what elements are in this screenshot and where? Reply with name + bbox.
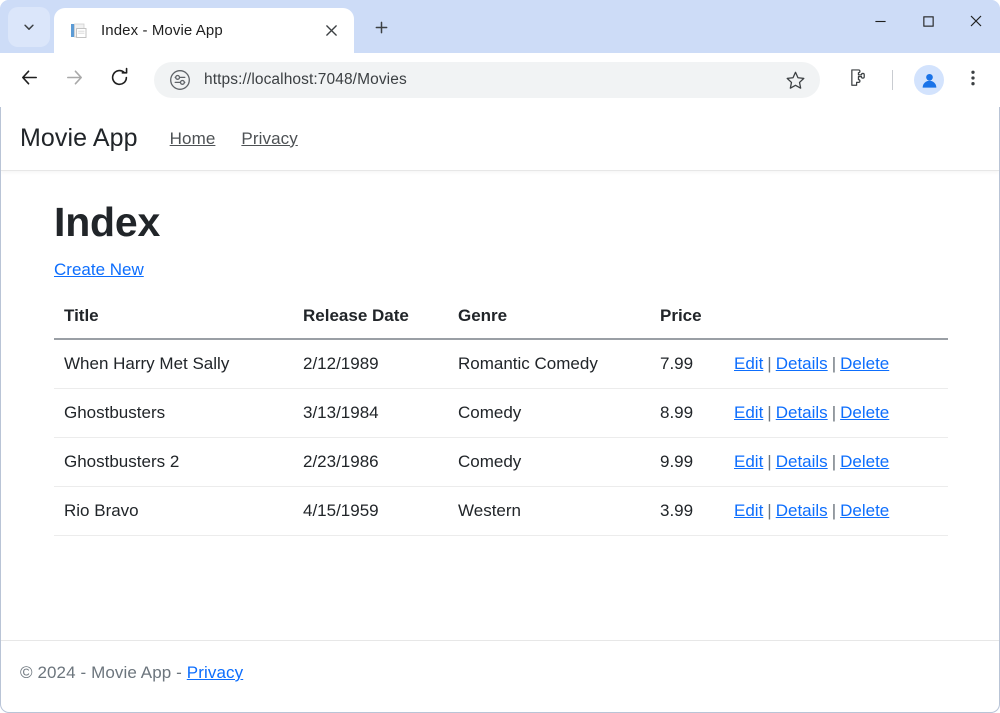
edit-link[interactable]: Edit xyxy=(734,501,763,520)
back-button[interactable] xyxy=(12,63,46,97)
edit-link[interactable]: Edit xyxy=(734,452,763,471)
maximize-icon xyxy=(922,15,935,33)
page-title: Index xyxy=(54,199,999,246)
table-head: Title Release Date Genre Price xyxy=(54,306,948,339)
cell-title: Rio Bravo xyxy=(54,487,293,536)
toolbar-divider xyxy=(892,70,893,90)
close-window-button[interactable] xyxy=(952,0,1000,47)
browser-tab-active[interactable]: Index - Movie App xyxy=(54,8,354,53)
details-link[interactable]: Details xyxy=(776,452,828,471)
close-icon xyxy=(969,14,983,33)
action-separator: | xyxy=(763,501,775,520)
page-viewport: Movie App Home Privacy Index Create New … xyxy=(0,107,1000,713)
url-text[interactable]: https://localhost:7048/Movies xyxy=(204,71,780,89)
cell-actions: Edit|Details|Delete xyxy=(724,438,948,487)
edit-link[interactable]: Edit xyxy=(734,354,763,373)
cell-genre: Western xyxy=(448,487,650,536)
nav-link-home[interactable]: Home xyxy=(170,129,216,149)
cell-release-date: 2/12/1989 xyxy=(293,339,448,389)
browser-window: Index - Movie App xyxy=(0,0,1000,713)
cell-genre: Comedy xyxy=(448,438,650,487)
create-new-link[interactable]: Create New xyxy=(54,260,144,280)
details-link[interactable]: Details xyxy=(776,354,828,373)
reload-icon xyxy=(109,67,130,93)
forward-button[interactable] xyxy=(57,63,91,97)
footer-privacy-link[interactable]: Privacy xyxy=(187,663,243,682)
cell-title: When Harry Met Sally xyxy=(54,339,293,389)
site-footer: © 2024 - Movie App - Privacy xyxy=(1,640,999,712)
tab-title: Index - Movie App xyxy=(101,22,312,39)
table-row: When Harry Met Sally 2/12/1989 Romantic … xyxy=(54,339,948,389)
chevron-down-icon xyxy=(22,20,36,34)
cell-price: 7.99 xyxy=(650,339,724,389)
site-navbar: Movie App Home Privacy xyxy=(1,107,999,171)
action-separator: | xyxy=(828,501,840,520)
reload-button[interactable] xyxy=(102,63,136,97)
cell-title: Ghostbusters 2 xyxy=(54,438,293,487)
bookmark-star-icon[interactable] xyxy=(780,65,810,95)
delete-link[interactable]: Delete xyxy=(840,403,889,422)
forward-arrow-icon xyxy=(64,67,85,93)
tab-close-button[interactable] xyxy=(318,18,344,44)
movies-table: Title Release Date Genre Price When Harr… xyxy=(54,306,948,536)
delete-link[interactable]: Delete xyxy=(840,354,889,373)
action-separator: | xyxy=(763,403,775,422)
cell-release-date: 3/13/1984 xyxy=(293,389,448,438)
action-separator: | xyxy=(828,354,840,373)
details-link[interactable]: Details xyxy=(776,403,828,422)
minimize-button[interactable] xyxy=(856,0,904,47)
cell-price: 3.99 xyxy=(650,487,724,536)
nav-link-privacy[interactable]: Privacy xyxy=(241,129,297,149)
column-header-release-date: Release Date xyxy=(293,306,448,339)
cell-price: 9.99 xyxy=(650,438,724,487)
cell-genre: Romantic Comedy xyxy=(448,339,650,389)
extensions-button[interactable] xyxy=(842,63,876,97)
browser-toolbar: https://localhost:7048/Movies xyxy=(0,53,1000,107)
edit-link[interactable]: Edit xyxy=(734,403,763,422)
table-row: Ghostbusters 3/13/1984 Comedy 8.99 Edit|… xyxy=(54,389,948,438)
favicon-document-icon xyxy=(70,22,88,40)
site-settings-tune-icon[interactable] xyxy=(168,68,192,92)
action-separator: | xyxy=(828,452,840,471)
action-separator: | xyxy=(828,403,840,422)
three-dots-vertical-icon xyxy=(964,69,982,92)
back-arrow-icon xyxy=(19,67,40,93)
window-controls xyxy=(856,0,1000,47)
cell-title: Ghostbusters xyxy=(54,389,293,438)
action-separator: | xyxy=(763,354,775,373)
column-header-actions xyxy=(724,306,948,339)
cell-actions: Edit|Details|Delete xyxy=(724,487,948,536)
column-header-title: Title xyxy=(54,306,293,339)
delete-link[interactable]: Delete xyxy=(840,501,889,520)
main-content: Index Create New Title Release Date Genr… xyxy=(1,171,999,640)
cell-actions: Edit|Details|Delete xyxy=(724,339,948,389)
maximize-button[interactable] xyxy=(904,0,952,47)
table-body: When Harry Met Sally 2/12/1989 Romantic … xyxy=(54,339,948,536)
cell-release-date: 2/23/1986 xyxy=(293,438,448,487)
new-tab-button[interactable] xyxy=(364,13,398,47)
footer-copyright: © 2024 - Movie App - xyxy=(20,663,187,682)
profile-button[interactable] xyxy=(912,63,946,97)
person-avatar-icon xyxy=(914,65,944,95)
tab-search-button[interactable] xyxy=(8,7,50,47)
cell-price: 8.99 xyxy=(650,389,724,438)
column-header-price: Price xyxy=(650,306,724,339)
cell-actions: Edit|Details|Delete xyxy=(724,389,948,438)
table-header-row: Title Release Date Genre Price xyxy=(54,306,948,339)
tab-strip: Index - Movie App xyxy=(0,0,1000,53)
plus-icon xyxy=(374,20,389,40)
action-separator: | xyxy=(763,452,775,471)
column-header-genre: Genre xyxy=(448,306,650,339)
puzzle-piece-icon xyxy=(848,67,870,94)
delete-link[interactable]: Delete xyxy=(840,452,889,471)
cell-genre: Comedy xyxy=(448,389,650,438)
table-row: Ghostbusters 2 2/23/1986 Comedy 9.99 Edi… xyxy=(54,438,948,487)
details-link[interactable]: Details xyxy=(776,501,828,520)
address-bar[interactable]: https://localhost:7048/Movies xyxy=(154,62,820,98)
minimize-icon xyxy=(874,15,887,33)
cell-release-date: 4/15/1959 xyxy=(293,487,448,536)
table-row: Rio Bravo 4/15/1959 Western 3.99 Edit|De… xyxy=(54,487,948,536)
site-brand[interactable]: Movie App xyxy=(20,124,138,153)
browser-menu-button[interactable] xyxy=(956,63,990,97)
